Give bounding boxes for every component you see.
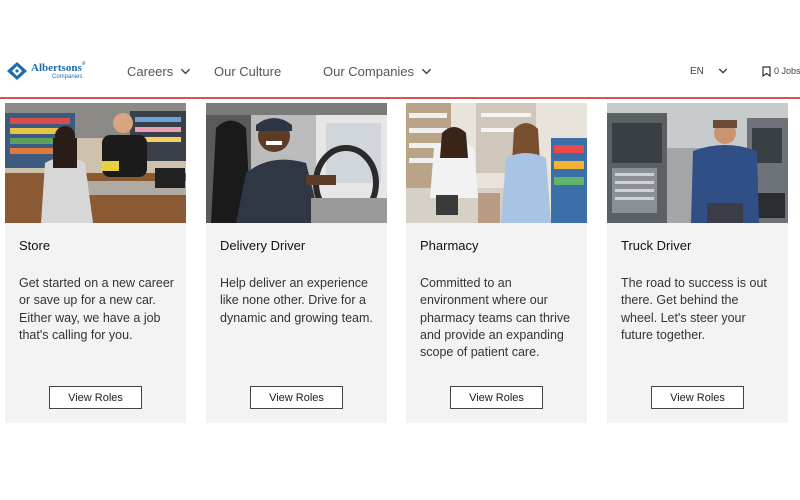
header-divider xyxy=(0,97,800,99)
logo-name: Albertsons® xyxy=(31,62,86,74)
card-pharmacy-description: Committed to an environment where our ph… xyxy=(420,276,571,360)
view-roles-truck-driver-button[interactable]: View Roles xyxy=(651,386,744,409)
chevron-down-icon xyxy=(718,68,728,74)
bookmark-icon xyxy=(762,65,771,77)
card-pharmacy: Pharmacy Committed to an environment whe… xyxy=(406,103,587,423)
delivery-driver-photo xyxy=(206,103,387,223)
nav-our-culture[interactable]: Our Culture xyxy=(214,60,281,82)
card-delivery-driver-description: Help deliver an experience like none oth… xyxy=(220,276,373,325)
pharmacy-photo xyxy=(406,103,587,223)
logo-wordmark: Albertsons® Companies xyxy=(30,61,90,81)
language-label: EN xyxy=(690,65,704,77)
nav-our-companies-label: Our Companies xyxy=(323,63,415,79)
chevron-down-icon xyxy=(421,68,432,74)
albertsons-logo-icon xyxy=(6,61,28,81)
language-selector[interactable]: EN xyxy=(690,62,728,80)
nav-careers-label: Careers xyxy=(127,63,174,79)
logo-subtext: Companies xyxy=(52,74,83,80)
card-truck-driver-title: Truck Driver xyxy=(621,238,692,253)
card-pharmacy-title: Pharmacy xyxy=(420,238,479,253)
nav-careers[interactable]: Careers xyxy=(127,60,191,82)
store-photo xyxy=(5,103,186,223)
nav-our-companies[interactable]: Our Companies xyxy=(323,60,432,82)
view-roles-store-button[interactable]: View Roles xyxy=(49,386,142,409)
saved-jobs-label: 0 Jobs xyxy=(774,66,800,76)
nav-our-culture-label: Our Culture xyxy=(214,63,282,79)
card-store-description: Get started on a new career or save up f… xyxy=(19,276,174,342)
card-truck-driver-description: The road to success is out there. Get be… xyxy=(621,276,767,342)
card-truck-driver: Truck Driver The road to success is out … xyxy=(607,103,788,423)
albertsons-logo[interactable]: Albertsons® Companies xyxy=(6,60,92,82)
card-delivery-driver-title: Delivery Driver xyxy=(220,238,306,253)
view-roles-pharmacy-button[interactable]: View Roles xyxy=(450,386,543,409)
card-delivery-driver: Delivery Driver Help deliver an experien… xyxy=(206,103,387,423)
site-header: Albertsons® Companies Careers Our Cultur… xyxy=(0,0,800,99)
truck-driver-photo xyxy=(607,103,788,223)
card-store-title: Store xyxy=(19,238,51,253)
saved-jobs-link[interactable]: 0 Jobs xyxy=(762,62,800,80)
chevron-down-icon xyxy=(181,68,191,74)
card-store: Store Get started on a new career or sav… xyxy=(5,103,186,423)
view-roles-delivery-driver-button[interactable]: View Roles xyxy=(250,386,343,409)
